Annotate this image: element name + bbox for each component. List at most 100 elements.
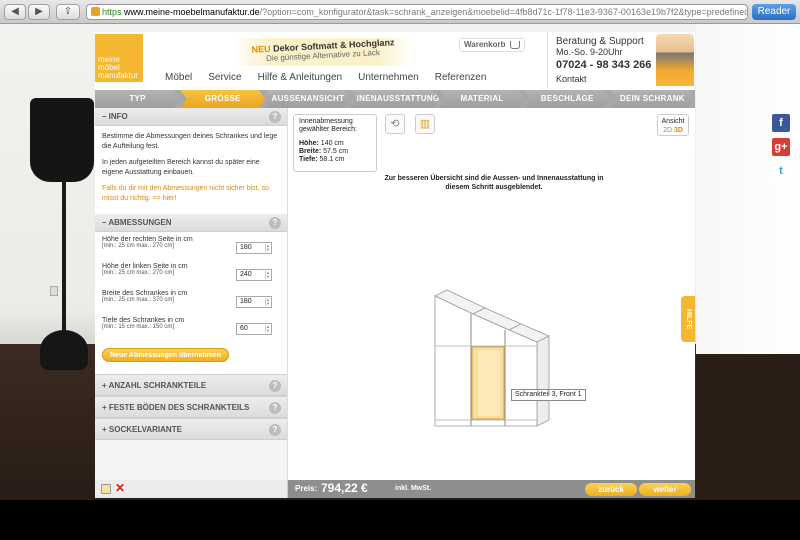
configurator-site: meine möbel manufaktur NEU Dekor Softmat… [95,32,695,498]
dimension-row-height-left: Höhe der linken Seite in cm [min.: 25 cm… [102,263,280,290]
help-icon[interactable]: ? [269,424,281,436]
inner-dimensions-box: Innenabmessung gewählter Bereich: Höhe: … [293,114,377,172]
step-aussenansicht[interactable]: AUSSENANSICHT [265,90,351,108]
nav-item-referenzen[interactable]: Referenzen [435,72,487,83]
dimensions-section-body: Höhe der rechten Seite in cm [min.: 25 c… [95,232,287,374]
save-icon[interactable] [101,484,111,494]
back-button[interactable]: zurück [585,483,637,496]
apply-dimensions-button[interactable]: Neue Abmessungen übernehmen [102,348,229,362]
help-icon[interactable]: ? [269,380,281,392]
support-contact-link[interactable]: Kontakt [556,74,587,84]
address-bar[interactable]: https www.meine-moebelmanufaktur.de/?opt… [86,4,748,20]
main-navigation: Möbel Service Hilfe & Anleitungen Untern… [165,72,486,83]
spinner-icon[interactable]: ▲ ▼ [265,244,270,252]
twitter-icon[interactable]: t [772,162,790,180]
rotate-view-icon[interactable]: ⟲ [385,114,405,134]
info-section-body: Bestimme die Abmessungen deines Schranke… [95,126,287,214]
input-value: 240 [240,271,252,278]
height-left-input[interactable]: 240 ▲ ▼ [236,269,272,281]
cart-label: Warenkorb [464,40,506,49]
measure-hint-link[interactable]: Falls du dir mit den Abmessungen nicht s… [102,184,280,204]
social-links: f g+ t [772,114,792,186]
site-header: meine möbel manufaktur NEU Dekor Softmat… [95,32,695,90]
part-tooltip: Schrankteil 3, Front 1 [511,389,586,401]
view-toggle[interactable]: Ansicht 2D 3D [657,114,689,136]
step-bar: TYP GRÖSSE AUSSENANSICHT INNENAUSSTATTUN… [95,90,695,108]
help-icon[interactable]: ? [269,217,281,229]
help-icon[interactable]: ? [269,111,281,123]
inner-width-label: Breite: [299,148,322,155]
nav-item-moebel[interactable]: Möbel [165,72,192,83]
back-arrow-icon[interactable]: ◀ [4,4,26,20]
inner-width-value: 57.5 cm [323,148,349,155]
inner-height-value: 140 cm [320,140,344,147]
delete-icon[interactable]: ✕ [115,481,125,495]
section-header-boeden[interactable]: + FESTE BÖDEN DES SCHRANKTEILS ? [95,396,287,418]
info-section-header[interactable]: – INFO ? [95,108,287,126]
facebook-icon[interactable]: f [772,114,790,132]
section-title: + ANZAHL SCHRANKTEILE [102,381,207,390]
inner-width-line: Breite: 57.5 cm [299,148,371,156]
support-phone[interactable]: 07024 - 98 343 266 [556,59,651,71]
step-groesse[interactable]: GRÖSSE [180,90,266,108]
height-right-input[interactable]: 180 ▲ ▼ [236,242,272,254]
window-bottom-edge [0,500,800,540]
dimensions-section-header[interactable]: – ABMESSUNGEN ? [95,214,287,232]
site-logo[interactable]: meine möbel manufaktur [95,34,143,82]
share-icon[interactable]: ⇪ [56,4,80,20]
info-text-1: Bestimme die Abmessungen deines Schranke… [102,133,278,150]
url-scheme: https [102,7,122,17]
view-3d-option[interactable]: 3D [674,127,683,134]
nav-item-service[interactable]: Service [208,72,241,83]
cabinet-side-panel [536,335,550,427]
info-section-title: – INFO [102,112,128,121]
step-beschlaege[interactable]: BESCHLÄGE [524,90,610,108]
price-tax-note: inkl. MwSt. [395,485,432,492]
help-tab[interactable]: HILFE [681,296,695,342]
nav-item-hilfe[interactable]: Hilfe & Anleitungen [258,72,343,83]
section-title: + SOCKELVARIANTE [102,425,182,434]
dimension-row-height-right: Höhe der rechten Seite in cm [min.: 25 c… [102,236,280,263]
view-2d-option[interactable]: 2D [663,127,672,134]
spinner-icon[interactable]: ▲ ▼ [265,298,270,306]
wall-socket-image [50,286,58,296]
cabinet-3d-model[interactable] [429,286,559,434]
dimension-row-width: Breite des Schrankes in cm [min.: 25 cm … [102,290,280,317]
step-material[interactable]: MATERIAL [439,90,525,108]
input-value: 180 [240,298,252,305]
logo-line: manufaktur [98,71,139,80]
cart-button[interactable]: Warenkorb [459,38,525,52]
step-typ[interactable]: TYP [95,90,181,108]
help-icon[interactable]: ? [269,402,281,414]
reader-button[interactable]: Reader [752,4,796,20]
cabinet-layout-icon[interactable]: ▥ [415,114,435,134]
support-agent-photo [656,34,694,86]
url-host: www.meine-moebelmanufaktur.de [124,7,260,17]
inner-depth-value: 58.1 cm [319,156,345,163]
support-box: Beratung & Support Mo.-So. 9-20Uhr 07024… [547,32,695,88]
nav-item-unternehmen[interactable]: Unternehmen [358,72,419,83]
section-header-anzahl[interactable]: + ANZAHL SCHRANKTEILE ? [95,374,287,396]
step-innenausstattung[interactable]: INNENAUSSTATTUNG [350,90,440,108]
cart-icon [510,41,520,49]
promo-banner[interactable]: NEU Dekor Softmatt & Hochglanz Die günst… [233,37,413,66]
inner-depth-line: Tiefe: 58.1 cm [299,156,371,164]
footer-tools: ✕ [95,480,288,498]
google-plus-icon[interactable]: g+ [772,138,790,156]
floor-background-right [696,354,800,500]
price-footer: ✕ Preis: 794,22 € inkl. MwSt. zurück wei… [95,480,695,498]
dimensions-section-title: – ABMESSUNGEN [102,218,172,227]
width-input[interactable]: 180 ▲ ▼ [236,296,272,308]
spinner-icon[interactable]: ▲ ▼ [265,271,270,279]
selected-front-shade [478,350,500,416]
inner-height-line: Höhe: 140 cm [299,140,371,148]
page-viewport: f g+ t meine möbel manufaktur NEU Dekor … [0,24,800,500]
step-dein-schrank[interactable]: DEIN SCHRANK [609,90,695,108]
forward-arrow-icon[interactable]: ▶ [28,4,50,20]
next-button[interactable]: weiter [639,483,691,496]
configurator-canvas[interactable]: Innenabmessung gewählter Bereich: Höhe: … [289,108,695,480]
depth-input[interactable]: 60 ▲ ▼ [236,323,272,335]
input-value: 60 [240,325,248,332]
spinner-icon[interactable]: ▲ ▼ [265,325,270,333]
section-header-sockel[interactable]: + SOCKELVARIANTE ? [95,418,287,440]
